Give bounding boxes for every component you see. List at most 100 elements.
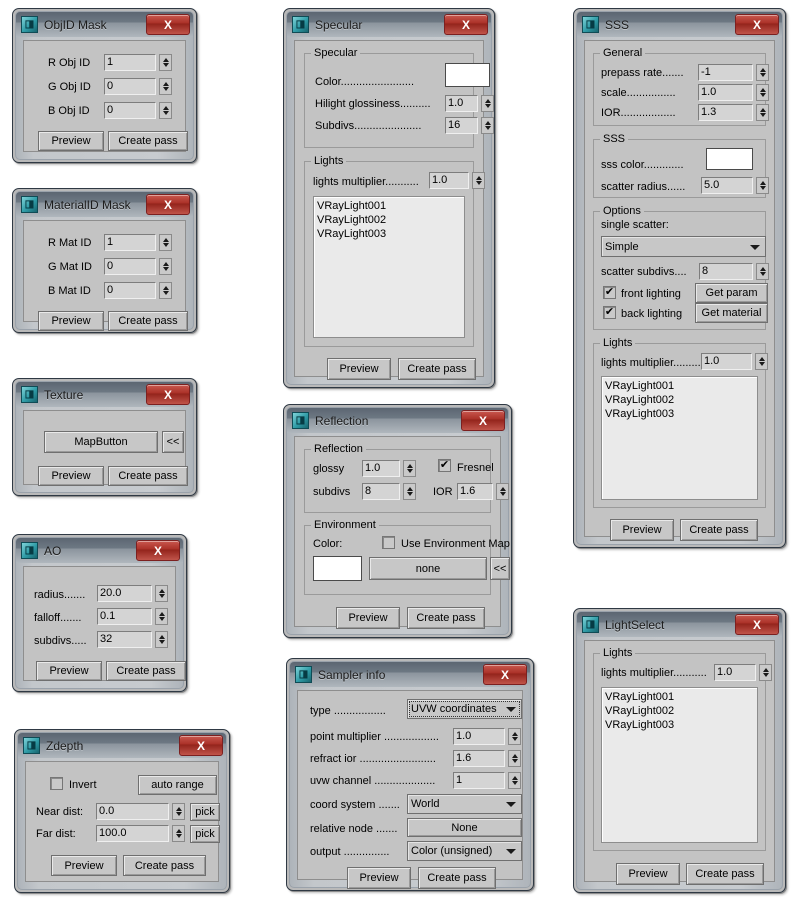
relative-node-button[interactable]: None — [407, 818, 522, 837]
point-multiplier-spinner[interactable] — [508, 728, 521, 745]
prepass-rate-spinner[interactable] — [756, 64, 769, 81]
use-environment-map-checkbox[interactable] — [382, 536, 395, 549]
create-pass-button[interactable]: Create pass — [123, 855, 206, 876]
titlebar[interactable]: ◨ LightSelect X — [577, 612, 782, 637]
ior-field[interactable]: 1.3 — [698, 104, 753, 121]
map-expand-button[interactable]: << — [162, 431, 184, 453]
list-item[interactable]: VRayLight001 — [605, 379, 754, 393]
titlebar[interactable]: ◨ SSS X — [577, 12, 782, 37]
lights-multiplier-field[interactable]: 1.0 — [701, 353, 752, 370]
titlebar[interactable]: ◨ ObjID Mask X — [16, 12, 193, 37]
create-pass-button[interactable]: Create pass — [398, 358, 476, 380]
glossy-field[interactable]: 1.0 — [362, 460, 400, 477]
output-dropdown[interactable]: Color (unsigned) — [407, 841, 522, 861]
preview-button[interactable]: Preview — [38, 131, 104, 151]
sss-color-swatch[interactable] — [706, 148, 753, 170]
close-icon[interactable]: X — [461, 410, 505, 431]
close-icon[interactable]: X — [483, 664, 527, 685]
close-icon[interactable]: X — [179, 735, 223, 756]
map-button[interactable]: MapButton — [44, 431, 158, 453]
r-mat-id-spinner[interactable] — [159, 234, 172, 251]
auto-range-button[interactable]: auto range — [138, 775, 217, 795]
radius-field[interactable]: 20.0 — [97, 585, 152, 602]
lights-multiplier-spinner[interactable] — [755, 353, 768, 370]
single-scatter-dropdown[interactable]: Simple — [601, 236, 766, 257]
window-ao[interactable]: ◨ AO X radius....... 20.0 falloff.......… — [12, 534, 187, 692]
titlebar[interactable]: ◨ Specular X — [287, 12, 491, 37]
point-multiplier-field[interactable]: 1.0 — [453, 728, 505, 745]
scatter-subdivs-field[interactable]: 8 — [699, 263, 753, 280]
g-mat-id-field[interactable]: 0 — [104, 258, 156, 275]
close-icon[interactable]: X — [735, 14, 779, 35]
lights-multiplier-spinner[interactable] — [759, 664, 772, 681]
refract-ior-field[interactable]: 1.6 — [453, 750, 505, 767]
glossy-spinner[interactable] — [403, 460, 416, 477]
preview-button[interactable]: Preview — [51, 855, 117, 876]
list-item[interactable]: VRayLight003 — [317, 227, 461, 241]
subdivs-spinner[interactable] — [481, 117, 494, 134]
window-sampler-info[interactable]: ◨ Sampler info X type ................. … — [286, 658, 534, 891]
create-pass-button[interactable]: Create pass — [108, 131, 188, 151]
preview-button[interactable]: Preview — [38, 311, 104, 331]
r-obj-id-field[interactable]: 1 — [104, 54, 156, 71]
g-obj-id-field[interactable]: 0 — [104, 78, 156, 95]
environment-map-expand-button[interactable]: << — [490, 557, 510, 580]
b-mat-id-spinner[interactable] — [159, 282, 172, 299]
close-icon[interactable]: X — [146, 194, 190, 215]
titlebar[interactable]: ◨ AO X — [16, 538, 183, 563]
type-dropdown[interactable]: UVW coordinates — [407, 699, 522, 719]
g-obj-id-spinner[interactable] — [159, 78, 172, 95]
hilight-glossiness-field[interactable]: 1.0 — [445, 95, 478, 112]
scatter-radius-spinner[interactable] — [756, 177, 769, 194]
create-pass-button[interactable]: Create pass — [407, 607, 485, 629]
lights-multiplier-field[interactable]: 1.0 — [429, 172, 469, 189]
titlebar[interactable]: ◨ Zdepth X — [18, 733, 226, 758]
window-texture[interactable]: ◨ Texture X MapButton << Preview Create … — [12, 378, 197, 496]
close-icon[interactable]: X — [444, 14, 488, 35]
b-obj-id-spinner[interactable] — [159, 102, 172, 119]
get-material-button[interactable]: Get material — [695, 303, 768, 323]
create-pass-button[interactable]: Create pass — [686, 863, 764, 885]
titlebar[interactable]: ◨ Texture X — [16, 382, 193, 407]
preview-button[interactable]: Preview — [36, 661, 102, 681]
lights-multiplier-field[interactable]: 1.0 — [714, 664, 756, 681]
scale-field[interactable]: 1.0 — [698, 84, 753, 101]
specular-color-swatch[interactable] — [445, 63, 490, 87]
ior-field[interactable]: 1.6 — [457, 483, 493, 500]
create-pass-button[interactable]: Create pass — [108, 466, 188, 486]
hilight-glossiness-spinner[interactable] — [481, 95, 494, 112]
preview-button[interactable]: Preview — [616, 863, 680, 885]
window-zdepth[interactable]: ◨ Zdepth X Invert auto range Near dist: … — [14, 729, 230, 893]
list-item[interactable]: VRayLight002 — [317, 213, 461, 227]
close-icon[interactable]: X — [146, 384, 190, 405]
window-lightselect[interactable]: ◨ LightSelect X Lights lights multiplier… — [573, 608, 786, 893]
far-pick-button[interactable]: pick — [190, 825, 220, 843]
get-param-button[interactable]: Get param — [695, 283, 768, 303]
preview-button[interactable]: Preview — [610, 519, 674, 541]
radius-spinner[interactable] — [155, 585, 168, 602]
invert-checkbox[interactable] — [50, 777, 63, 790]
subdivs-field[interactable]: 16 — [445, 117, 478, 134]
close-icon[interactable]: X — [735, 614, 779, 635]
create-pass-button[interactable]: Create pass — [418, 867, 496, 889]
window-reflection[interactable]: ◨ Reflection X Reflection glossy 1.0 ✔ F… — [283, 404, 512, 638]
prepass-rate-field[interactable]: -1 — [698, 64, 753, 81]
titlebar[interactable]: ◨ Sampler info X — [290, 662, 530, 687]
b-mat-id-field[interactable]: 0 — [104, 282, 156, 299]
close-icon[interactable]: X — [136, 540, 180, 561]
list-item[interactable]: VRayLight001 — [317, 199, 461, 213]
uvw-channel-field[interactable]: 1 — [453, 772, 505, 789]
lights-multiplier-spinner[interactable] — [472, 172, 485, 189]
subdivs-field[interactable]: 8 — [362, 483, 400, 500]
list-item[interactable]: VRayLight001 — [605, 690, 754, 704]
subdivs-spinner[interactable] — [155, 631, 168, 648]
environment-color-swatch[interactable] — [313, 556, 362, 581]
near-pick-button[interactable]: pick — [190, 803, 220, 821]
near-dist-spinner[interactable] — [172, 803, 185, 820]
list-item[interactable]: VRayLight002 — [605, 393, 754, 407]
near-dist-field[interactable]: 0.0 — [96, 803, 169, 820]
coord-system-dropdown[interactable]: World — [407, 794, 522, 814]
far-dist-field[interactable]: 100.0 — [96, 825, 169, 842]
fresnel-checkbox[interactable]: ✔ — [438, 459, 451, 472]
g-mat-id-spinner[interactable] — [159, 258, 172, 275]
